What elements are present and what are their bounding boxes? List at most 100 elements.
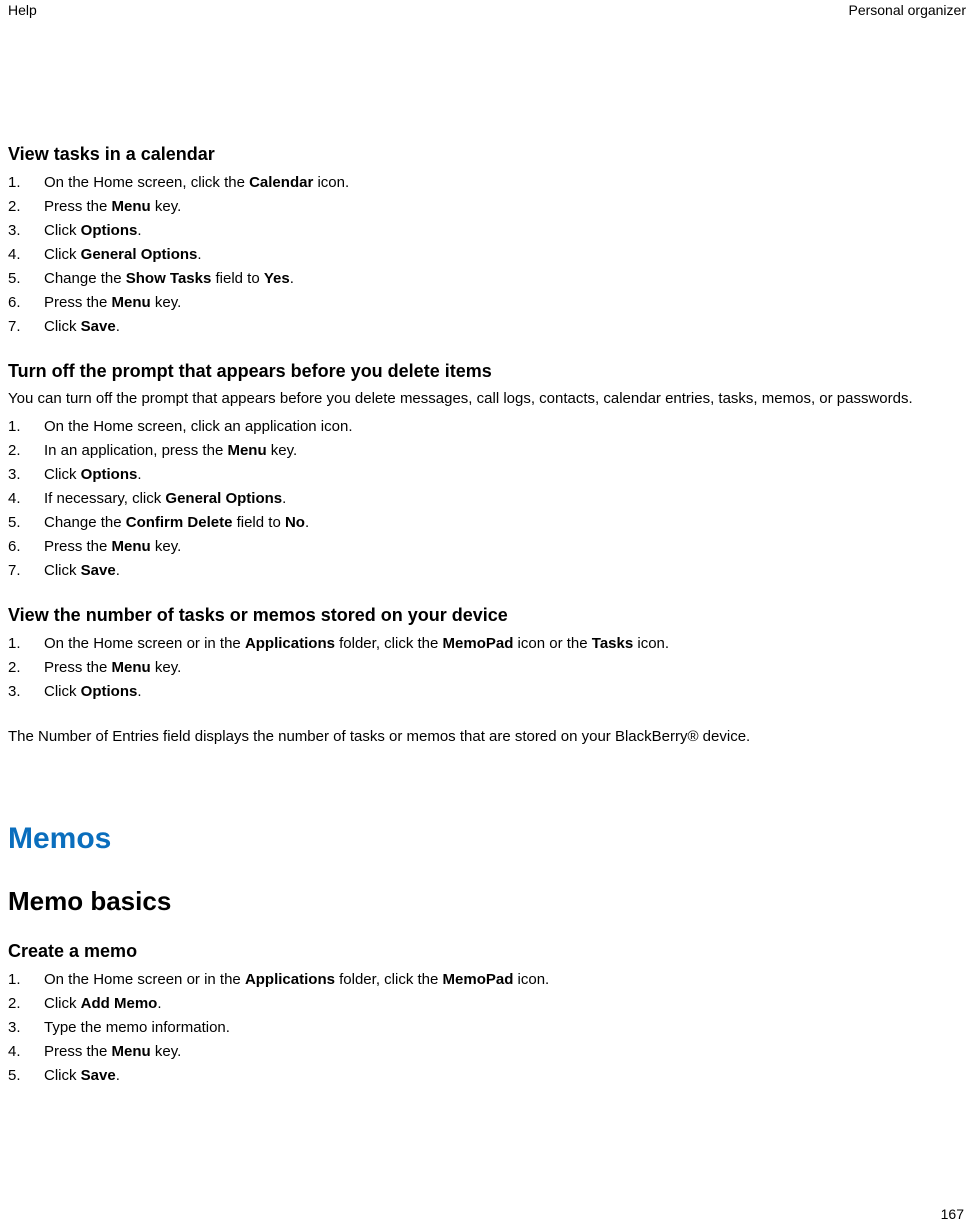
bold-term: Show Tasks <box>126 270 212 287</box>
bold-term: Options <box>81 466 138 483</box>
step-number: 3. <box>8 1016 44 1040</box>
step-text: Click Save. <box>44 559 966 583</box>
page-number: 167 <box>941 1206 964 1222</box>
step-number: 3. <box>8 680 44 704</box>
section1-steps: 1.On the Home screen, click the Calendar… <box>8 171 966 339</box>
header-left: Help <box>8 2 37 18</box>
step-item: 6.Press the Menu key. <box>8 291 966 315</box>
step-number: 3. <box>8 219 44 243</box>
step-number: 1. <box>8 171 44 195</box>
step-text: Press the Menu key. <box>44 195 966 219</box>
step-item: 2.In an application, press the Menu key. <box>8 439 966 463</box>
step-text: On the Home screen, click the Calendar i… <box>44 171 966 195</box>
step-item: 5.Click Save. <box>8 1064 966 1088</box>
step-number: 5. <box>8 1064 44 1088</box>
section2-intro: You can turn off the prompt that appears… <box>8 388 966 411</box>
step-text: Click Add Memo. <box>44 992 966 1016</box>
step-text: Change the Show Tasks field to Yes. <box>44 267 966 291</box>
step-item: 4.If necessary, click General Options. <box>8 487 966 511</box>
bold-term: Menu <box>112 659 151 676</box>
bold-term: Add Memo <box>81 995 158 1012</box>
step-text: Click General Options. <box>44 243 966 267</box>
step-item: 6.Press the Menu key. <box>8 535 966 559</box>
bold-term: Options <box>81 222 138 239</box>
step-item: 4.Click General Options. <box>8 243 966 267</box>
step-number: 6. <box>8 291 44 315</box>
bold-term: Calendar <box>249 174 313 191</box>
header-right: Personal organizer <box>848 2 966 18</box>
bold-term: Confirm Delete <box>126 514 233 531</box>
step-item: 1.On the Home screen or in the Applicati… <box>8 968 966 992</box>
step-text: Type the memo information. <box>44 1016 966 1040</box>
step-text: If necessary, click General Options. <box>44 487 966 511</box>
section2-steps: 1.On the Home screen, click an applicati… <box>8 415 966 583</box>
bold-term: Menu <box>112 1043 151 1060</box>
step-item: 2.Click Add Memo. <box>8 992 966 1016</box>
step-number: 4. <box>8 243 44 267</box>
step-item: 1.On the Home screen, click the Calendar… <box>8 171 966 195</box>
page-content: View tasks in a calendar 1.On the Home s… <box>8 18 966 1088</box>
step-item: 7.Click Save. <box>8 315 966 339</box>
bold-term: General Options <box>81 246 198 263</box>
bold-term: MemoPad <box>443 635 514 652</box>
section4-steps: 1.On the Home screen or in the Applicati… <box>8 968 966 1088</box>
step-item: 2.Press the Menu key. <box>8 195 966 219</box>
step-number: 7. <box>8 315 44 339</box>
bold-term: Menu <box>112 198 151 215</box>
step-text: Press the Menu key. <box>44 535 966 559</box>
step-item: 1.On the Home screen or in the Applicati… <box>8 632 966 656</box>
step-item: 1.On the Home screen, click an applicati… <box>8 415 966 439</box>
subchapter-title: Memo basics <box>8 886 966 917</box>
bold-term: No <box>285 514 305 531</box>
bold-term: Menu <box>112 538 151 555</box>
step-number: 2. <box>8 195 44 219</box>
section3-outro: The Number of Entries field displays the… <box>8 726 966 749</box>
step-number: 4. <box>8 487 44 511</box>
step-text: On the Home screen or in the Application… <box>44 968 966 992</box>
step-number: 2. <box>8 439 44 463</box>
bold-term: General Options <box>165 490 282 507</box>
step-number: 3. <box>8 463 44 487</box>
bold-term: Save <box>81 1067 116 1084</box>
step-text: Click Options. <box>44 680 966 704</box>
step-number: 4. <box>8 1040 44 1064</box>
section3-steps: 1.On the Home screen or in the Applicati… <box>8 632 966 704</box>
bold-term: Menu <box>227 442 266 459</box>
page-footer: 167 <box>941 1206 964 1222</box>
chapter-title: Memos <box>8 822 966 856</box>
bold-term: Options <box>81 683 138 700</box>
step-number: 5. <box>8 511 44 535</box>
section1-title: View tasks in a calendar <box>8 144 966 165</box>
step-number: 1. <box>8 415 44 439</box>
bold-term: Yes <box>264 270 290 287</box>
step-item: 2.Press the Menu key. <box>8 656 966 680</box>
step-number: 2. <box>8 656 44 680</box>
step-number: 2. <box>8 992 44 1016</box>
step-text: Click Options. <box>44 463 966 487</box>
step-item: 5.Change the Show Tasks field to Yes. <box>8 267 966 291</box>
step-item: 3.Click Options. <box>8 680 966 704</box>
step-item: 3.Click Options. <box>8 463 966 487</box>
step-item: 3.Type the memo information. <box>8 1016 966 1040</box>
step-number: 5. <box>8 267 44 291</box>
step-number: 1. <box>8 968 44 992</box>
step-text: In an application, press the Menu key. <box>44 439 966 463</box>
step-number: 6. <box>8 535 44 559</box>
step-item: 4.Press the Menu key. <box>8 1040 966 1064</box>
step-item: 5.Change the Confirm Delete field to No. <box>8 511 966 535</box>
bold-term: Menu <box>112 294 151 311</box>
bold-term: Save <box>81 318 116 335</box>
step-item: 3.Click Options. <box>8 219 966 243</box>
step-text: Press the Menu key. <box>44 656 966 680</box>
step-text: Click Save. <box>44 1064 966 1088</box>
step-number: 7. <box>8 559 44 583</box>
bold-term: Applications <box>245 635 335 652</box>
step-number: 1. <box>8 632 44 656</box>
step-item: 7.Click Save. <box>8 559 966 583</box>
section2-title: Turn off the prompt that appears before … <box>8 361 966 382</box>
step-text: On the Home screen or in the Application… <box>44 632 966 656</box>
step-text: Press the Menu key. <box>44 291 966 315</box>
section4-title: Create a memo <box>8 941 966 962</box>
step-text: Press the Menu key. <box>44 1040 966 1064</box>
step-text: Click Options. <box>44 219 966 243</box>
